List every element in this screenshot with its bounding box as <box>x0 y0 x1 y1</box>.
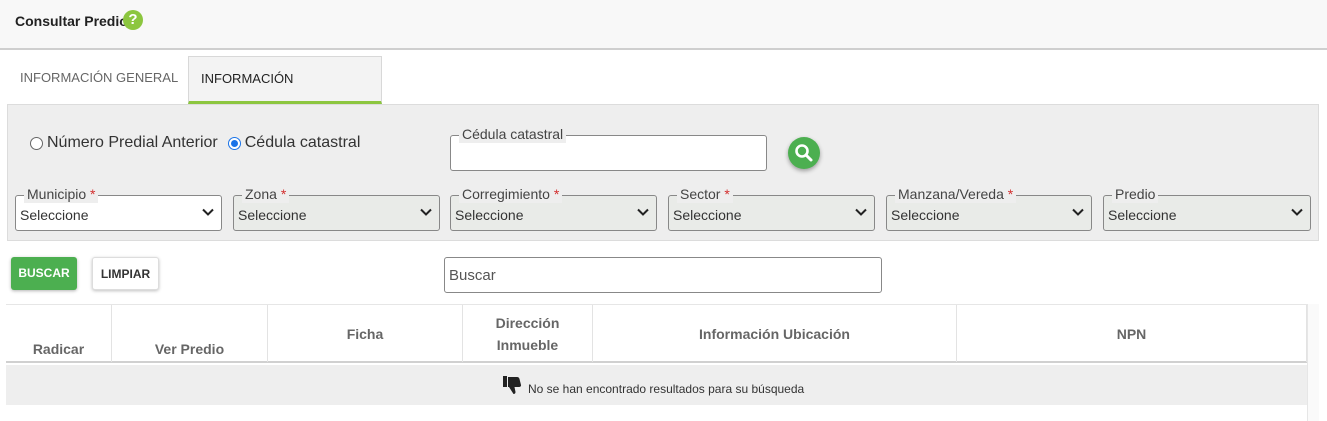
cedula-catastral-input[interactable]: Cédula catastral <box>450 125 767 171</box>
radio-cedula-catastral[interactable] <box>227 136 241 150</box>
manzana-vereda-value: Seleccione <box>891 207 960 223</box>
search-button[interactable] <box>788 137 820 169</box>
search-mode-radio-group: Número Predial Anterior Cédula catastral <box>30 134 370 152</box>
radio-label-cedula-catastral[interactable]: Cédula catastral <box>245 134 361 152</box>
help-icon[interactable]: ? <box>123 10 143 30</box>
page-title: Consultar Predio <box>15 13 128 29</box>
buscar-button[interactable]: BUSCAR <box>11 257 77 290</box>
chevron-down-icon <box>637 208 649 216</box>
sector-label: Sector * <box>677 185 733 203</box>
table-scrollbar[interactable] <box>1307 304 1319 421</box>
predio-select[interactable]: Predio Seleccione <box>1103 185 1311 231</box>
radio-label-numero-predial-anterior[interactable]: Número Predial Anterior <box>47 134 218 152</box>
chevron-down-icon <box>1291 208 1303 216</box>
page-header: Consultar Predio ? <box>0 0 1327 50</box>
column-header-radicar[interactable]: Radicar <box>6 305 112 362</box>
sector-value: Seleccione <box>673 207 742 223</box>
thumbs-down-icon <box>503 376 522 394</box>
results-table-header: Radicar Ver Predio Ficha Dirección Inmue… <box>6 304 1307 363</box>
empty-results-message: No se han encontrado resultados para su … <box>528 382 805 396</box>
tab-informacion-general[interactable]: INFORMACIÓN GENERAL <box>8 56 190 104</box>
column-header-ver-predio[interactable]: Ver Predio <box>112 305 268 362</box>
tab-informacion-ubicacion[interactable]: INFORMACIÓN UBICACIÓN <box>188 56 382 130</box>
cedula-catastral-label: Cédula catastral <box>459 125 567 143</box>
municipio-value: Seleccione <box>20 207 89 223</box>
municipio-label: Municipio * <box>24 185 99 203</box>
zona-label: Zona * <box>242 185 290 203</box>
radio-numero-predial-anterior[interactable] <box>30 136 43 150</box>
column-header-npn[interactable]: NPN <box>957 305 1307 362</box>
column-header-ficha[interactable]: Ficha <box>268 305 463 362</box>
zona-value: Seleccione <box>238 207 307 223</box>
municipio-select[interactable]: Municipio * Seleccione <box>15 185 222 231</box>
chevron-down-icon <box>420 208 432 216</box>
chevron-down-icon <box>855 208 867 216</box>
limpiar-button[interactable]: LIMPIAR <box>92 257 159 290</box>
table-search-input[interactable]: Buscar <box>444 257 882 293</box>
column-header-informacion-ubicacion[interactable]: Información Ubicación <box>593 305 957 362</box>
zona-select[interactable]: Zona * Seleccione <box>233 185 440 231</box>
sector-select[interactable]: Sector * Seleccione <box>668 185 875 231</box>
corregimiento-label: Corregimiento * <box>459 185 563 203</box>
predio-label: Predio <box>1112 185 1159 203</box>
column-header-direccion-inmueble[interactable]: Dirección Inmueble <box>463 305 593 362</box>
search-icon <box>795 144 813 162</box>
predio-value: Seleccione <box>1108 207 1177 223</box>
manzana-vereda-select[interactable]: Manzana/Vereda * Seleccione <box>886 185 1092 231</box>
chevron-down-icon <box>1072 208 1084 216</box>
corregimiento-select[interactable]: Corregimiento * Seleccione <box>450 185 657 231</box>
corregimiento-value: Seleccione <box>455 207 524 223</box>
manzana-vereda-label: Manzana/Vereda * <box>895 185 1017 203</box>
chevron-down-icon <box>202 208 214 216</box>
